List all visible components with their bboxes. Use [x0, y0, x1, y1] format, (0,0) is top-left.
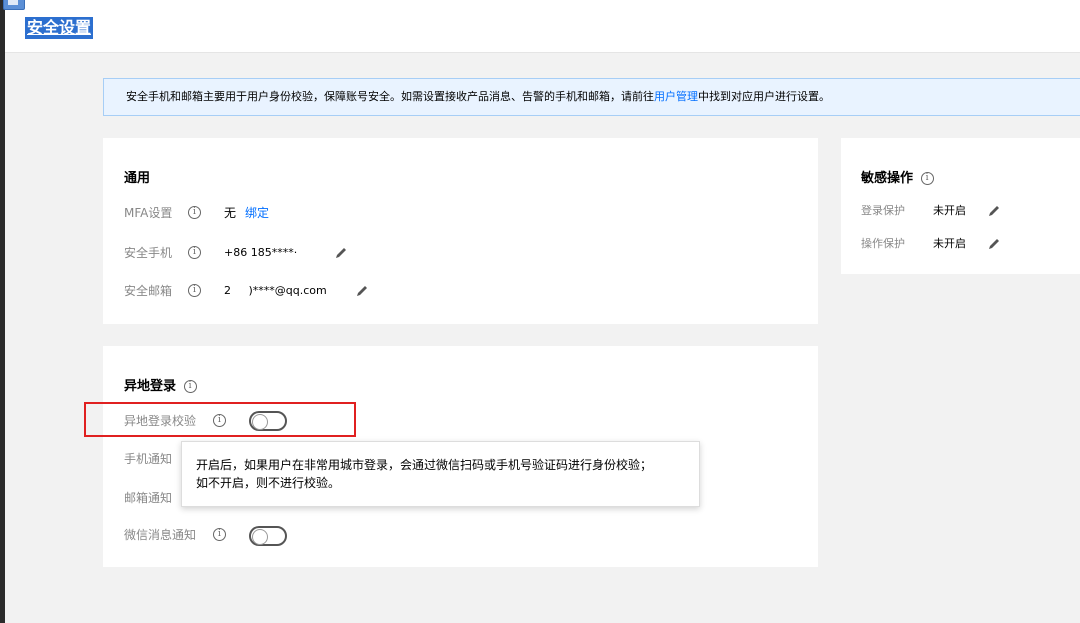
op-protect-row: 操作保护 未开启 [861, 235, 1061, 253]
op-protect-label: 操作保护 [861, 237, 905, 250]
notice-text-after: 中找到对应用户进行设置。 [698, 90, 830, 103]
sensitive-title-text: 敏感操作 [861, 171, 914, 186]
remote-title-text: 异地登录 [124, 379, 177, 394]
login-protect-row: 登录保护 未开启 [861, 202, 1061, 220]
page-header: 安全设置 [3, 0, 1080, 53]
sensitive-card: 敏感操作 i 登录保护 未开启 操作保护 未开启 [841, 138, 1080, 274]
app-icon [3, 0, 25, 10]
user-management-link[interactable]: 用户管理 [654, 90, 698, 103]
pencil-icon[interactable] [987, 204, 1001, 218]
tooltip-line-2: 如不开启，则不进行校验。 [196, 476, 341, 490]
email-label: 安全邮箱 [124, 284, 173, 298]
remote-title: 异地登录 i [124, 375, 197, 394]
pencil-icon[interactable] [334, 246, 348, 260]
op-protect-value: 未开启 [933, 237, 966, 250]
pencil-icon[interactable] [987, 237, 1001, 251]
window-left-edge [0, 0, 5, 623]
highlight-annotation [84, 402, 356, 437]
info-icon[interactable]: i [183, 380, 197, 393]
page-title: 安全设置 [25, 17, 94, 39]
info-notice: 安全手机和邮箱主要用于用户身份校验，保障账号安全。如需设置接收产品消息、告警的手… [103, 78, 1080, 116]
wechat-notify-toggle[interactable] [249, 526, 287, 546]
mfa-row: MFA设置 i 无 绑定 [124, 204, 424, 222]
wechat-notify-label: 微信消息通知 [124, 528, 197, 542]
email-row: 安全邮箱 i 2 )****@qq.com [124, 282, 424, 300]
info-icon[interactable]: i [920, 172, 934, 185]
login-protect-value: 未开启 [933, 204, 966, 217]
info-icon[interactable]: i [188, 284, 201, 297]
remote-check-tooltip: 开启后，如果用户在非常用城市登录，会通过微信扫码或手机号验证码进行身份校验； 如… [181, 441, 700, 507]
sensitive-title: 敏感操作 i [861, 167, 934, 186]
info-icon[interactable]: i [188, 246, 201, 259]
phone-value: +86 185****· [224, 246, 298, 259]
pencil-icon[interactable] [355, 284, 369, 298]
phone-label: 安全手机 [124, 246, 173, 260]
info-icon[interactable]: i [188, 206, 201, 219]
phone-notify-label: 手机通知 [124, 452, 173, 466]
general-title: 通用 [124, 171, 151, 186]
email-value: 2 )****@qq.com [224, 284, 327, 297]
general-card: 通用 MFA设置 i 无 绑定 安全手机 i +86 185****· 安全邮箱… [103, 138, 818, 324]
info-icon[interactable]: i [213, 528, 226, 541]
wechat-notify-row: 微信消息通知 i [124, 526, 324, 546]
login-protect-label: 登录保护 [861, 204, 905, 217]
mfa-label: MFA设置 [124, 206, 173, 220]
email-notify-label: 邮箱通知 [124, 491, 173, 505]
tooltip-line-1: 开启后，如果用户在非常用城市登录，会通过微信扫码或手机号验证码进行身份校验； [196, 458, 653, 472]
mfa-value: 无 [224, 206, 237, 220]
notice-text-before: 安全手机和邮箱主要用于用户身份校验，保障账号安全。如需设置接收产品消息、告警的手… [126, 90, 654, 103]
phone-row: 安全手机 i +86 185****· [124, 244, 424, 262]
mfa-bind-link[interactable]: 绑定 [245, 204, 269, 222]
